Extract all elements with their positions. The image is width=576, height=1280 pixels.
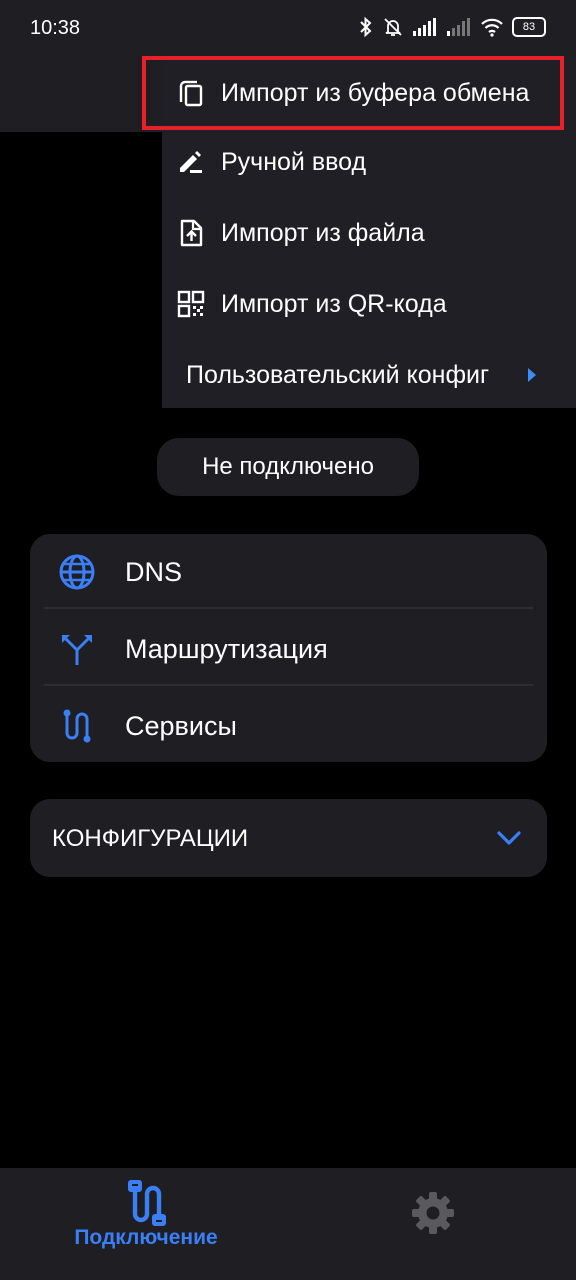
configurations-section[interactable]: КОНФИГУРАЦИИ	[30, 799, 547, 877]
menu-item-import-qr[interactable]: Импорт из QR-кода	[162, 269, 576, 339]
settings-card: DNS Маршрутизация Сервисы	[30, 534, 547, 762]
nav-settings[interactable]	[380, 1168, 490, 1280]
divider	[44, 684, 533, 686]
chevron-down-icon	[496, 829, 522, 852]
settings-item-label: Сервисы	[125, 710, 237, 741]
settings-item-routing[interactable]: Маршрутизация	[30, 611, 547, 687]
status-time: 10:38	[30, 17, 81, 39]
menu-item-label: Ручной ввод	[221, 147, 367, 176]
menu-item-label: Пользовательский конфиг	[186, 360, 490, 389]
divider	[44, 607, 533, 609]
menu-item-label: Импорт из файла	[221, 218, 425, 247]
gear-icon	[410, 1190, 456, 1241]
qr-code-icon	[176, 289, 206, 319]
globe-icon	[58, 553, 96, 591]
battery-indicator: 83	[512, 17, 546, 37]
configurations-label: КОНФИГУРАЦИИ	[52, 825, 249, 852]
settings-item-services[interactable]: Сервисы	[30, 688, 547, 764]
settings-item-label: DNS	[125, 556, 183, 587]
wifi-icon	[481, 18, 503, 37]
menu-item-manual-input[interactable]: Ручной ввод	[162, 127, 576, 197]
signal-strength-2-icon	[447, 18, 470, 36]
menu-item-custom-config[interactable]: Пользовательский конфиг	[162, 340, 576, 410]
connection-icon	[124, 1180, 168, 1231]
nav-connection[interactable]: Подключение	[40, 1168, 252, 1280]
services-path-icon	[58, 707, 96, 745]
nav-connection-label: Подключение	[74, 1226, 218, 1249]
status-icons: 83	[358, 16, 546, 38]
triangle-right-icon	[528, 368, 536, 382]
status-bar: 10:38 83	[0, 0, 576, 58]
routing-fork-icon	[58, 630, 96, 668]
bell-muted-icon	[384, 18, 402, 36]
bottom-navigation: Подключение	[0, 1168, 576, 1280]
file-upload-icon	[176, 218, 206, 248]
menu-item-import-clipboard[interactable]: Импорт из буфера обмена	[142, 56, 564, 130]
connection-status-pill[interactable]: Не подключено	[157, 438, 419, 496]
menu-item-label: Импорт из QR-кода	[221, 289, 447, 318]
settings-item-label: Маршрутизация	[125, 633, 328, 664]
menu-item-import-file[interactable]: Импорт из файла	[162, 198, 576, 268]
edit-pencil-icon	[176, 147, 206, 177]
menu-item-label: Импорт из буфера обмена	[221, 78, 530, 107]
import-popup-menu: Импорт из буфера обмена Ручной ввод Импо…	[142, 56, 576, 410]
settings-item-dns[interactable]: DNS	[30, 534, 547, 610]
bluetooth-icon	[360, 16, 372, 38]
signal-strength-icon	[413, 18, 436, 36]
copy-icon	[176, 78, 206, 108]
